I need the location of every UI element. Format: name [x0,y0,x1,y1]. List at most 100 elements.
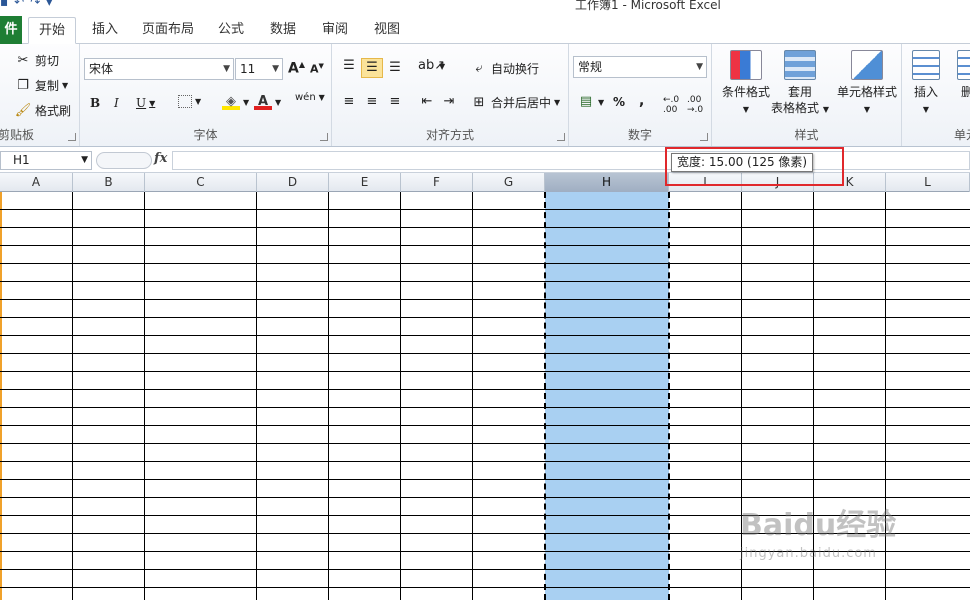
column-header-l[interactable]: L [886,173,970,192]
row-gridline [0,551,970,552]
align-top-button[interactable]: ☰ [340,58,358,74]
column-gridline [472,192,473,600]
cell-styles-button[interactable]: 单元格样式 ▼ [832,50,902,118]
column-gridline [741,192,742,600]
borders-button[interactable]: ▼ [178,95,201,108]
cut-button[interactable]: ✂ 剪切 [14,52,59,69]
wrap-text-button[interactable]: ⤶ 自动换行 [470,60,539,77]
tab-review[interactable]: 审阅 [314,17,356,44]
chevron-down-icon: ▼ [922,105,930,114]
column-header-h[interactable]: H [545,173,669,192]
underline-button[interactable]: U ▼ [136,96,155,110]
orientation-button[interactable]: ab↗ ▼ [418,58,445,74]
column-gridline [885,192,886,600]
tab-file[interactable]: 件 [0,16,22,44]
chevron-down-icon: ▼ [149,98,156,108]
bold-button[interactable]: B [90,96,100,110]
chevron-down-icon: ▼ [318,93,325,102]
number-format-select[interactable]: 常规 ▼ [573,56,707,78]
font-name-select[interactable]: 宋体 ▼ [84,58,234,80]
column-header-g[interactable]: G [473,173,545,192]
tab-view[interactable]: 视图 [366,17,408,44]
increase-decimal-button[interactable]: ←.0.00 [663,95,679,115]
formula-bar-handle[interactable] [96,152,152,169]
tab-formulas[interactable]: 公式 [210,17,252,44]
conditional-formatting-icon [730,50,762,80]
column-gridline [256,192,257,600]
tab-home[interactable]: 开始 [28,17,76,44]
insert-cells-button[interactable]: 插入 ▼ [906,50,946,118]
name-box[interactable]: H1 ▼ [0,151,92,170]
insert-cells-icon [912,50,940,80]
merge-cells-icon: ⊞ [473,94,485,110]
align-bottom-button[interactable]: ☰ [386,60,404,76]
title-bar: ▪ ↶ ↷ ▾ 工作簿1 - Microsoft Excel [0,0,970,12]
undo-icon[interactable]: ↶ [14,0,24,9]
redo-icon[interactable]: ↷ [30,0,40,9]
font-color-icon: A [254,94,272,110]
comma-style-button[interactable]: , [639,93,644,109]
percent-style-button[interactable]: % [613,95,625,109]
align-left-button[interactable]: ≡ [340,94,358,110]
delete-cells-button[interactable]: 删 [952,50,970,100]
ribbon-tabs: 件 开始 插入 页面布局 公式 数据 审阅 视图 [0,14,970,44]
font-size-select[interactable]: 11 ▼ [235,58,283,80]
format-painter-button[interactable]: 🖌 格式刷 [14,102,71,119]
number-launcher-icon[interactable] [700,133,708,141]
row-gridline [0,245,970,246]
row-gridline [0,353,970,354]
column-header-a[interactable]: A [0,173,73,192]
row-gridline [0,461,970,462]
grow-font-button[interactable]: A▲ [288,60,305,77]
save-icon[interactable]: ▪ [0,0,8,9]
align-left-icon: ≡ [343,94,355,109]
column-header-e[interactable]: E [329,173,401,192]
fill-color-button[interactable]: ◈ ▼ [222,94,249,110]
tab-data[interactable]: 数据 [262,17,304,44]
phonetic-guide-button[interactable]: wén ▼ [295,92,325,103]
chevron-down-icon: ▼ [195,97,202,106]
row-gridline [0,335,970,336]
scissors-icon: ✂ [17,52,29,68]
selected-column-h[interactable] [545,192,669,600]
column-header-f[interactable]: F [401,173,473,192]
font-color-button[interactable]: A ▼ [254,94,281,110]
column-header-c[interactable]: C [145,173,257,192]
tab-page-layout[interactable]: 页面布局 [136,17,200,44]
styles-group-label: 样式 [794,128,819,142]
increase-decimal-icon: ←.0.00 [663,95,680,115]
format-as-table-button[interactable]: 套用 表格格式 ▼ [770,50,830,118]
conditional-formatting-button[interactable]: 条件格式 ▼ [716,50,776,118]
accounting-format-button[interactable]: ▤ ▼ [577,94,604,110]
column-header-d[interactable]: D [257,173,329,192]
row-gridline [0,371,970,372]
number-group: 常规 ▼ ▤ ▼ % , ←.0.00 .00 →.0 数字 [569,44,712,146]
align-middle-button[interactable]: ☰ [361,58,383,78]
decrease-indent-button[interactable]: ⇤ [418,94,436,110]
copy-button[interactable]: ❐ 复制 ▼ [14,77,68,94]
alignment-group-label: 对齐方式 [425,128,474,142]
chevron-down-icon: ▼ [275,97,282,107]
font-launcher-icon[interactable] [320,133,328,141]
selection-marquee-border [668,192,670,600]
chevron-down-icon: ▼ [863,105,871,114]
align-center-button[interactable]: ≡ [363,94,381,110]
align-right-button[interactable]: ≡ [386,94,404,110]
shrink-font-button[interactable]: A▼ [310,62,324,76]
row-gridline [0,533,970,534]
alignment-launcher-icon[interactable] [557,133,565,141]
customize-qat-icon[interactable]: ▾ [46,0,52,9]
column-header-b[interactable]: B [73,173,145,192]
worksheet-grid[interactable] [0,192,970,600]
italic-button[interactable]: I [114,96,119,110]
decrease-decimal-button[interactable]: .00 →.0 [687,95,703,115]
row-gridline [0,479,970,480]
merge-center-button[interactable]: ⊞ 合并后居中 ▼ [470,94,561,111]
tab-insert[interactable]: 插入 [84,17,126,44]
increase-indent-button[interactable]: ⇥ [440,94,458,110]
clipboard-launcher-icon[interactable] [68,133,76,141]
column-gridline [328,192,329,600]
insert-function-icon[interactable]: fx [154,151,167,166]
formula-input[interactable] [172,151,970,170]
row-gridline [0,443,970,444]
